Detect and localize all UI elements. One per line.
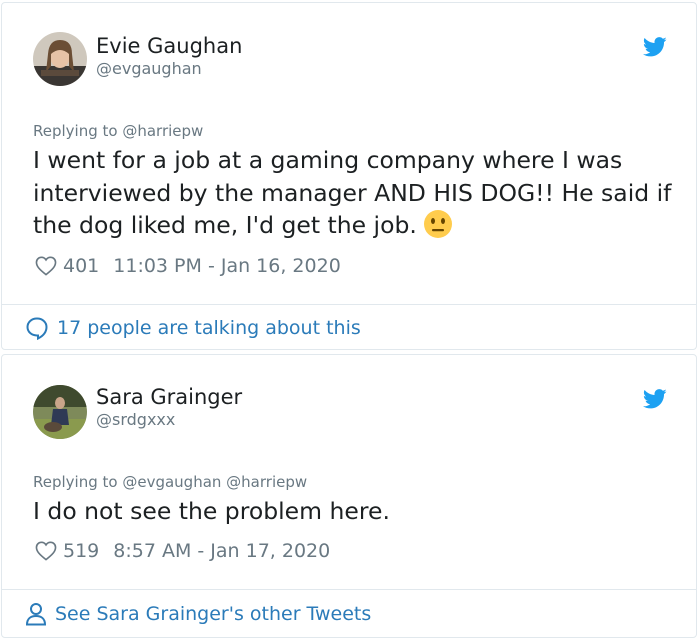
replying-to: Replying to @evgaughan @harriepw <box>33 473 307 491</box>
replying-label: Replying to <box>33 473 118 491</box>
author-handle[interactable]: @evgaughan <box>96 59 202 78</box>
tweet-text-body: I went for a job at a gaming company whe… <box>33 146 672 239</box>
author-handle[interactable]: @srdgxxx <box>96 410 175 429</box>
author-name[interactable]: Sara Grainger <box>96 385 242 409</box>
twitter-bird-icon[interactable] <box>643 388 667 410</box>
heart-icon[interactable] <box>35 256 57 276</box>
neutral-face-emoji <box>423 209 452 238</box>
divider <box>2 589 696 590</box>
twitter-bird-icon[interactable] <box>643 36 667 58</box>
person-icon <box>25 603 47 626</box>
replying-to: Replying to @harriepw <box>33 122 203 140</box>
tweet-card: Sara Grainger @srdgxxx Replying to @evga… <box>1 354 697 638</box>
tweet-meta: 401 11:03 PM - Jan 16, 2020 <box>35 255 341 277</box>
conversation-link-label[interactable]: 17 people are talking about this <box>57 317 361 339</box>
timestamp[interactable]: 8:57 AM - Jan 17, 2020 <box>113 540 330 562</box>
tweet-text: I went for a job at a gaming company whe… <box>33 144 678 242</box>
author-name[interactable]: Evie Gaughan <box>96 34 242 58</box>
conversation-link[interactable]: 17 people are talking about this <box>25 316 361 340</box>
other-tweets-link[interactable]: See Sara Grainger's other Tweets <box>25 602 371 626</box>
heart-icon[interactable] <box>35 541 57 561</box>
reply-mention-link[interactable]: @harriepw <box>122 122 203 140</box>
avatar[interactable] <box>33 32 87 86</box>
avatar[interactable] <box>33 385 87 439</box>
other-tweets-link-label[interactable]: See Sara Grainger's other Tweets <box>55 603 371 625</box>
like-count[interactable]: 401 <box>63 255 99 277</box>
tweet-card: Evie Gaughan @evgaughan Replying to @har… <box>1 2 697 350</box>
speech-bubble-icon <box>26 317 48 340</box>
replying-label: Replying to <box>33 122 118 140</box>
timestamp[interactable]: 11:03 PM - Jan 16, 2020 <box>113 255 341 277</box>
divider <box>2 304 696 305</box>
tweet-meta: 519 8:57 AM - Jan 17, 2020 <box>35 540 330 562</box>
tweet-text: I do not see the problem here. <box>33 497 390 525</box>
reply-mention-link[interactable]: @evgaughan @harriepw <box>122 473 307 491</box>
like-count[interactable]: 519 <box>63 540 99 562</box>
